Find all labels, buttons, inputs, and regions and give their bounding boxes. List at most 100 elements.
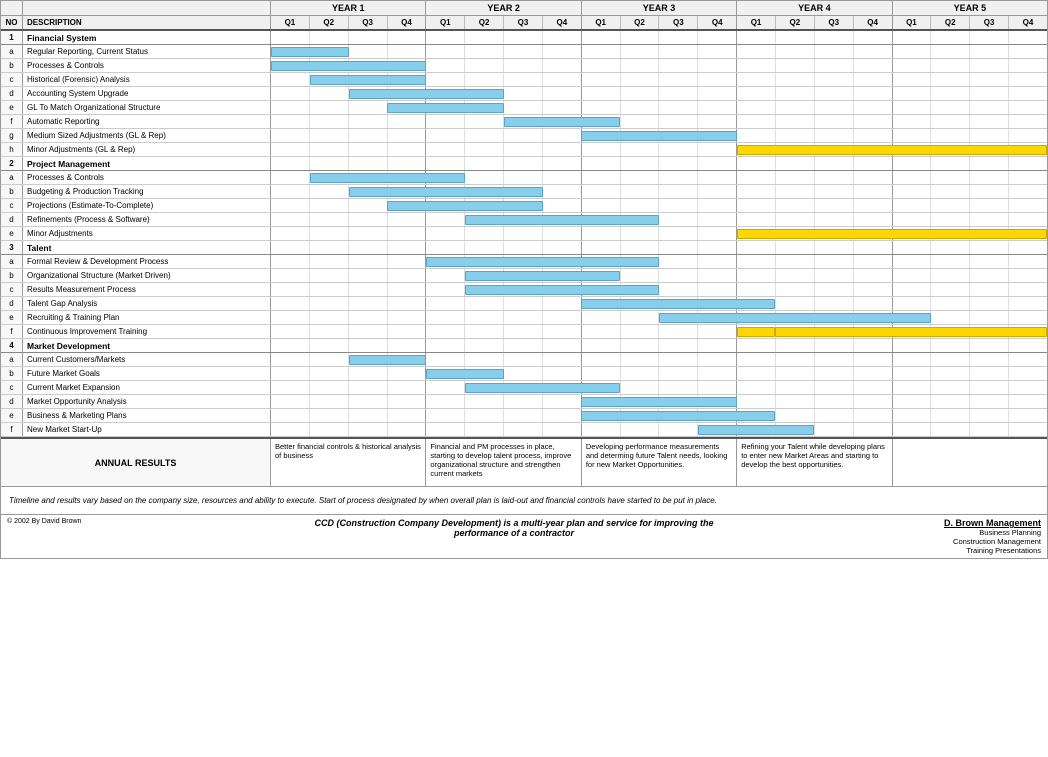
row-desc: Accounting System Upgrade [23, 87, 271, 100]
q-header-15: Q4 [854, 16, 893, 29]
q-header-3: Q4 [388, 16, 427, 29]
row-desc: Results Measurement Process [23, 283, 271, 296]
gantt-bar [465, 285, 659, 295]
table-row: 3Talent [1, 241, 1047, 255]
row-no: c [1, 199, 23, 212]
q-header-7: Q4 [543, 16, 582, 29]
row-desc: Regular Reporting, Current Status [23, 45, 271, 58]
q-header-1: Q2 [310, 16, 349, 29]
footer-copyright: © 2002 By David Brown [7, 518, 127, 525]
footer-center: CCD (Construction Company Development) i… [127, 518, 901, 538]
footer-sub3: Training Presentations [901, 546, 1041, 555]
row-desc: Automatic Reporting [23, 115, 271, 128]
year-2-header: YEAR 2 [426, 1, 581, 15]
q-header-16: Q1 [893, 16, 932, 29]
table-row: cCurrent Market Expansion [1, 381, 1047, 395]
footer-center-line1: CCD (Construction Company Development) i… [127, 518, 901, 528]
q-header-6: Q3 [504, 16, 543, 29]
annual-results-year2: Financial and PM processes in place, sta… [426, 439, 581, 486]
gantt-chart: YEAR 1 YEAR 2 YEAR 3 YEAR 4 YEAR 5 NO DE… [0, 0, 1048, 559]
gantt-area [271, 311, 1047, 324]
gantt-bar [271, 61, 426, 71]
gantt-bar [426, 257, 659, 267]
row-desc: Future Market Goals [23, 367, 271, 380]
row-no: d [1, 297, 23, 310]
table-row: fNew Market Start-Up [1, 423, 1047, 437]
gantt-bar [581, 411, 775, 421]
row-desc: Projections (Estimate-To-Complete) [23, 199, 271, 212]
gantt-bar [465, 271, 620, 281]
row-desc: Historical (Forensic) Analysis [23, 73, 271, 86]
gantt-area [271, 115, 1047, 128]
gantt-bar [659, 313, 931, 323]
annual-results-year4: Refining your Talent while developing pl… [737, 439, 892, 486]
gantt-bar [737, 145, 1047, 155]
row-no: e [1, 101, 23, 114]
table-row: cHistorical (Forensic) Analysis [1, 73, 1047, 87]
gantt-bar [349, 89, 504, 99]
year-3-header: YEAR 3 [582, 1, 737, 15]
row-desc: Minor Adjustments [23, 227, 271, 240]
table-row: eBusiness & Marketing Plans [1, 409, 1047, 423]
row-no: a [1, 255, 23, 268]
gantt-rows: 1Financial SystemaRegular Reporting, Cur… [1, 31, 1047, 437]
table-row: cResults Measurement Process [1, 283, 1047, 297]
gantt-area [271, 129, 1047, 142]
row-desc: Processes & Controls [23, 59, 271, 72]
gantt-bar [504, 117, 620, 127]
table-row: 1Financial System [1, 31, 1047, 45]
q-header-5: Q2 [465, 16, 504, 29]
row-no: d [1, 87, 23, 100]
note-text: Timeline and results vary based on the c… [9, 496, 717, 505]
row-no: a [1, 171, 23, 184]
gantt-bar [581, 397, 736, 407]
row-desc: New Market Start-Up [23, 423, 271, 436]
row-desc: Recruiting & Training Plan [23, 311, 271, 324]
gantt-area [271, 255, 1047, 268]
table-row: aRegular Reporting, Current Status [1, 45, 1047, 59]
row-no: 2 [1, 157, 23, 170]
row-desc: Refinements (Process & Software) [23, 213, 271, 226]
row-no: d [1, 395, 23, 408]
table-row: aProcesses & Controls [1, 171, 1047, 185]
row-desc: Current Market Expansion [23, 381, 271, 394]
gantt-area [271, 157, 1047, 170]
row-desc: Formal Review & Development Process [23, 255, 271, 268]
row-desc: Market Opportunity Analysis [23, 395, 271, 408]
company-name: D. Brown Management [901, 518, 1041, 528]
table-row: bFuture Market Goals [1, 367, 1047, 381]
gantt-bar [387, 103, 503, 113]
row-no: b [1, 59, 23, 72]
row-no: 3 [1, 241, 23, 254]
row-no: f [1, 325, 23, 338]
annual-results-year3: Developing performance measurements and … [582, 439, 737, 486]
row-desc: Business & Marketing Plans [23, 409, 271, 422]
row-no: g [1, 129, 23, 142]
gantt-area [271, 45, 1047, 58]
row-desc: Processes & Controls [23, 171, 271, 184]
row-no: 1 [1, 31, 23, 44]
gantt-bar [271, 47, 349, 57]
gantt-bar [581, 131, 736, 141]
gantt-bar [775, 327, 1047, 337]
gantt-bar [310, 173, 465, 183]
row-no: b [1, 185, 23, 198]
row-desc: Talent Gap Analysis [23, 297, 271, 310]
q-header-11: Q4 [698, 16, 737, 29]
gantt-area [271, 297, 1047, 310]
q-header-13: Q2 [776, 16, 815, 29]
year-1-header: YEAR 1 [271, 1, 426, 15]
gantt-area [271, 395, 1047, 408]
gantt-area [271, 171, 1047, 184]
col-desc-header: DESCRIPTION [23, 16, 271, 29]
gantt-bar [310, 75, 426, 85]
table-row: eMinor Adjustments [1, 227, 1047, 241]
table-row: bProcesses & Controls [1, 59, 1047, 73]
table-row: 2Project Management [1, 157, 1047, 171]
table-row: fAutomatic Reporting [1, 115, 1047, 129]
annual-results-year1: Better financial controls & historical a… [271, 439, 426, 486]
row-no: a [1, 353, 23, 366]
row-no: b [1, 367, 23, 380]
row-desc: Financial System [23, 31, 271, 44]
footer-center-line2: performance of a contractor [127, 528, 901, 538]
